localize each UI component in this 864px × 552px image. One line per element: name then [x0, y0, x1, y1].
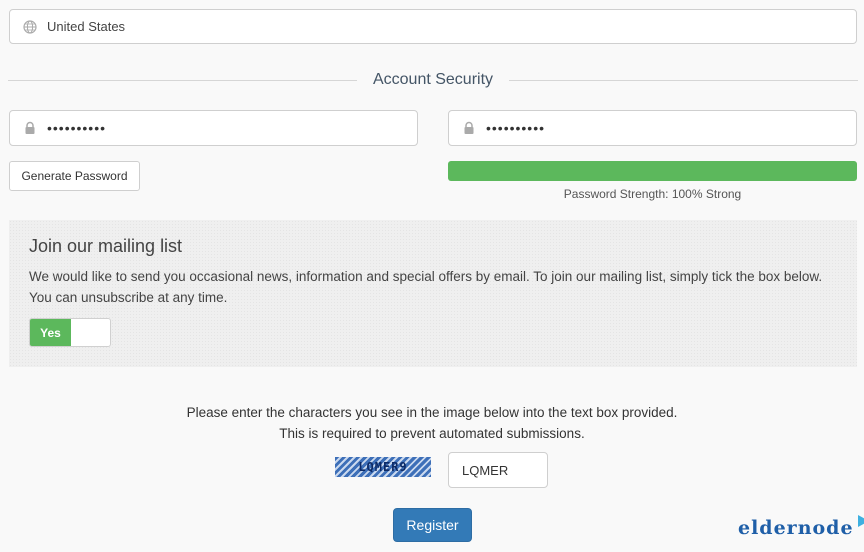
logo-arrow-icon — [857, 515, 864, 527]
section-heading: Account Security — [8, 68, 858, 92]
captcha-instruction-line1: Please enter the characters you see in t… — [186, 405, 678, 420]
divider — [8, 79, 357, 81]
password-strength-text: Password Strength: 100% Strong — [563, 187, 742, 201]
globe-icon — [23, 19, 37, 34]
country-select[interactable]: United States — [9, 9, 857, 44]
captcha-input[interactable]: LQMER — [448, 452, 548, 488]
country-value: United States — [47, 19, 126, 34]
mailing-list-text: We would like to send you occasional new… — [29, 269, 823, 305]
captcha-instructions: Please enter the characters you see in t… — [0, 402, 864, 444]
password-value: •••••••••• — [47, 120, 107, 136]
password-field[interactable]: •••••••••• — [9, 110, 418, 146]
confirm-password-field[interactable]: •••••••••• — [448, 110, 857, 146]
divider — [509, 79, 858, 81]
lock-icon — [23, 121, 37, 135]
section-title: Account Security — [372, 71, 494, 88]
mailing-list-toggle[interactable]: Yes — [29, 318, 111, 347]
mailing-list-panel: Join our mailing list We would like to s… — [9, 220, 857, 367]
confirm-password-value: •••••••••• — [486, 120, 546, 136]
logo-text: eldernode — [738, 517, 854, 539]
toggle-yes-label: Yes — [30, 319, 71, 346]
password-strength-fill — [448, 161, 857, 181]
password-strength-bar — [448, 161, 857, 181]
generate-password-button[interactable]: Generate Password — [9, 161, 140, 191]
captcha-image: LQMER9 — [335, 457, 431, 477]
eldernode-logo: eldernode — [738, 514, 864, 542]
lock-icon — [462, 121, 476, 135]
mailing-list-title: Join our mailing list — [29, 236, 183, 256]
register-button[interactable]: Register — [393, 508, 472, 542]
captcha-instruction-line2: This is required to prevent automated su… — [279, 426, 585, 441]
